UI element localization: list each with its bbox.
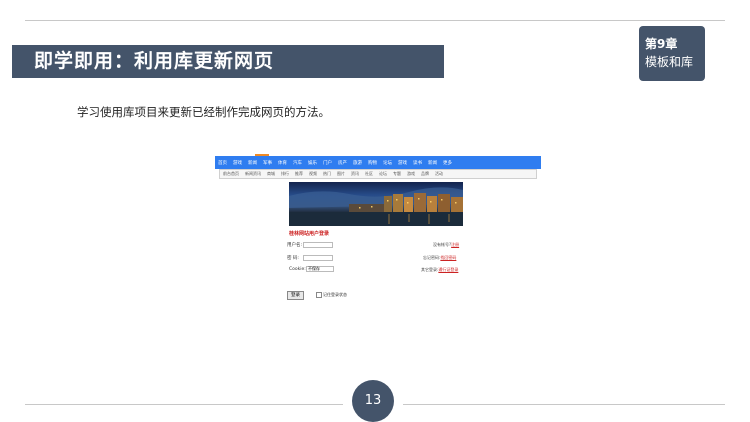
secondary-nav-item: 新闻资讯	[245, 171, 261, 176]
primary-nav-item: 旅游	[353, 160, 362, 166]
password-field[interactable]	[303, 255, 333, 261]
secondary-nav-item: 资讯	[351, 171, 359, 176]
secondary-nav-item: 论坛	[379, 171, 387, 176]
primary-nav-item: 军事	[263, 160, 272, 166]
secondary-nav-item: 商城	[267, 171, 275, 176]
password-label: 密 码:	[287, 256, 299, 261]
chapter-badge: 第9章 模板和库	[639, 26, 705, 81]
banner-image	[289, 182, 463, 226]
secondary-nav-item: 排行	[281, 171, 289, 176]
find-password-link[interactable]: 找回密码	[440, 255, 456, 260]
secondary-nav-item: 推荐	[295, 171, 303, 176]
cookie-select[interactable]: 不保存	[306, 266, 334, 272]
screenshot-primary-nav: 首页 游戏 新闻 军事 体育 汽车 娱乐 门户 房产 旅游 购物 论坛 游戏 读…	[215, 156, 541, 169]
slide-description: 学习使用库项目来更新已经制作完成网页的方法。	[77, 105, 330, 119]
link-label: 忘记密码:	[423, 255, 441, 260]
link-row: 没有帐号?注册	[433, 242, 459, 248]
screenshot-secondary-nav: 前台首页 新闻资讯 商城 排行 推荐 视频 热门 图片 资讯 社区 论坛 专题 …	[219, 169, 537, 179]
embedded-screenshot: 首页 游戏 新闻 军事 体育 汽车 娱乐 门户 房产 旅游 购物 论坛 游戏 读…	[215, 154, 541, 304]
secondary-nav-item: 专题	[393, 171, 401, 176]
link-row: 忘记密码:找回密码	[423, 255, 456, 261]
remember-checkbox[interactable]	[316, 292, 322, 298]
primary-nav-item: 体育	[278, 160, 287, 166]
primary-nav-item: 首页	[218, 160, 227, 166]
username-label: 用户名:	[287, 243, 303, 248]
top-rule	[25, 20, 725, 21]
primary-nav-item: 门户	[323, 160, 332, 166]
secondary-nav-item: 图片	[337, 171, 345, 176]
form-title: 桂林网站用户登录	[289, 231, 330, 237]
login-button[interactable]: 登录	[287, 291, 304, 300]
link-label: 其它登录:	[421, 267, 439, 272]
primary-nav-item: 读书	[413, 160, 422, 166]
primary-nav-item: 游戏	[233, 160, 242, 166]
secondary-nav-item: 游戏	[407, 171, 415, 176]
link-label: 没有帐号?	[433, 242, 452, 247]
cookie-select-value: 不保存	[308, 266, 320, 271]
register-link[interactable]: 注册	[451, 242, 459, 247]
primary-nav-item: 论坛	[383, 160, 392, 166]
secondary-nav-item: 视频	[309, 171, 317, 176]
primary-nav-item: 购物	[368, 160, 377, 166]
secondary-nav-item: 前台首页	[223, 171, 239, 176]
primary-nav-item: 更多	[443, 160, 452, 166]
remember-label: 记住登录状态	[323, 292, 347, 297]
secondary-nav-item: 社区	[365, 171, 373, 176]
secondary-nav-item: 热门	[323, 171, 331, 176]
chapter-number: 第9章	[645, 37, 678, 51]
other-login-link[interactable]: 通行证登录	[438, 267, 458, 272]
primary-nav-item: 汽车	[293, 160, 302, 166]
link-row: 其它登录:通行证登录	[421, 267, 458, 273]
username-field[interactable]	[303, 242, 333, 248]
bottom-rule-left	[25, 404, 343, 405]
secondary-nav-item: 品牌	[421, 171, 429, 176]
town-at-night-illustration	[289, 187, 463, 226]
chapter-name: 模板和库	[645, 55, 694, 69]
slide-title: 即学即用：利用库更新网页	[12, 45, 444, 78]
primary-nav-item: 新闻	[248, 160, 257, 166]
primary-nav-item: 娱乐	[308, 160, 317, 166]
bottom-rule-right	[403, 404, 725, 405]
secondary-nav-item: 活动	[435, 171, 443, 176]
page-number: 13	[352, 380, 394, 422]
primary-nav-item: 游戏	[398, 160, 407, 166]
primary-nav-item: 房产	[338, 160, 347, 166]
cookie-label: Cookie:	[289, 267, 306, 272]
primary-nav-item: 新闻	[428, 160, 437, 166]
